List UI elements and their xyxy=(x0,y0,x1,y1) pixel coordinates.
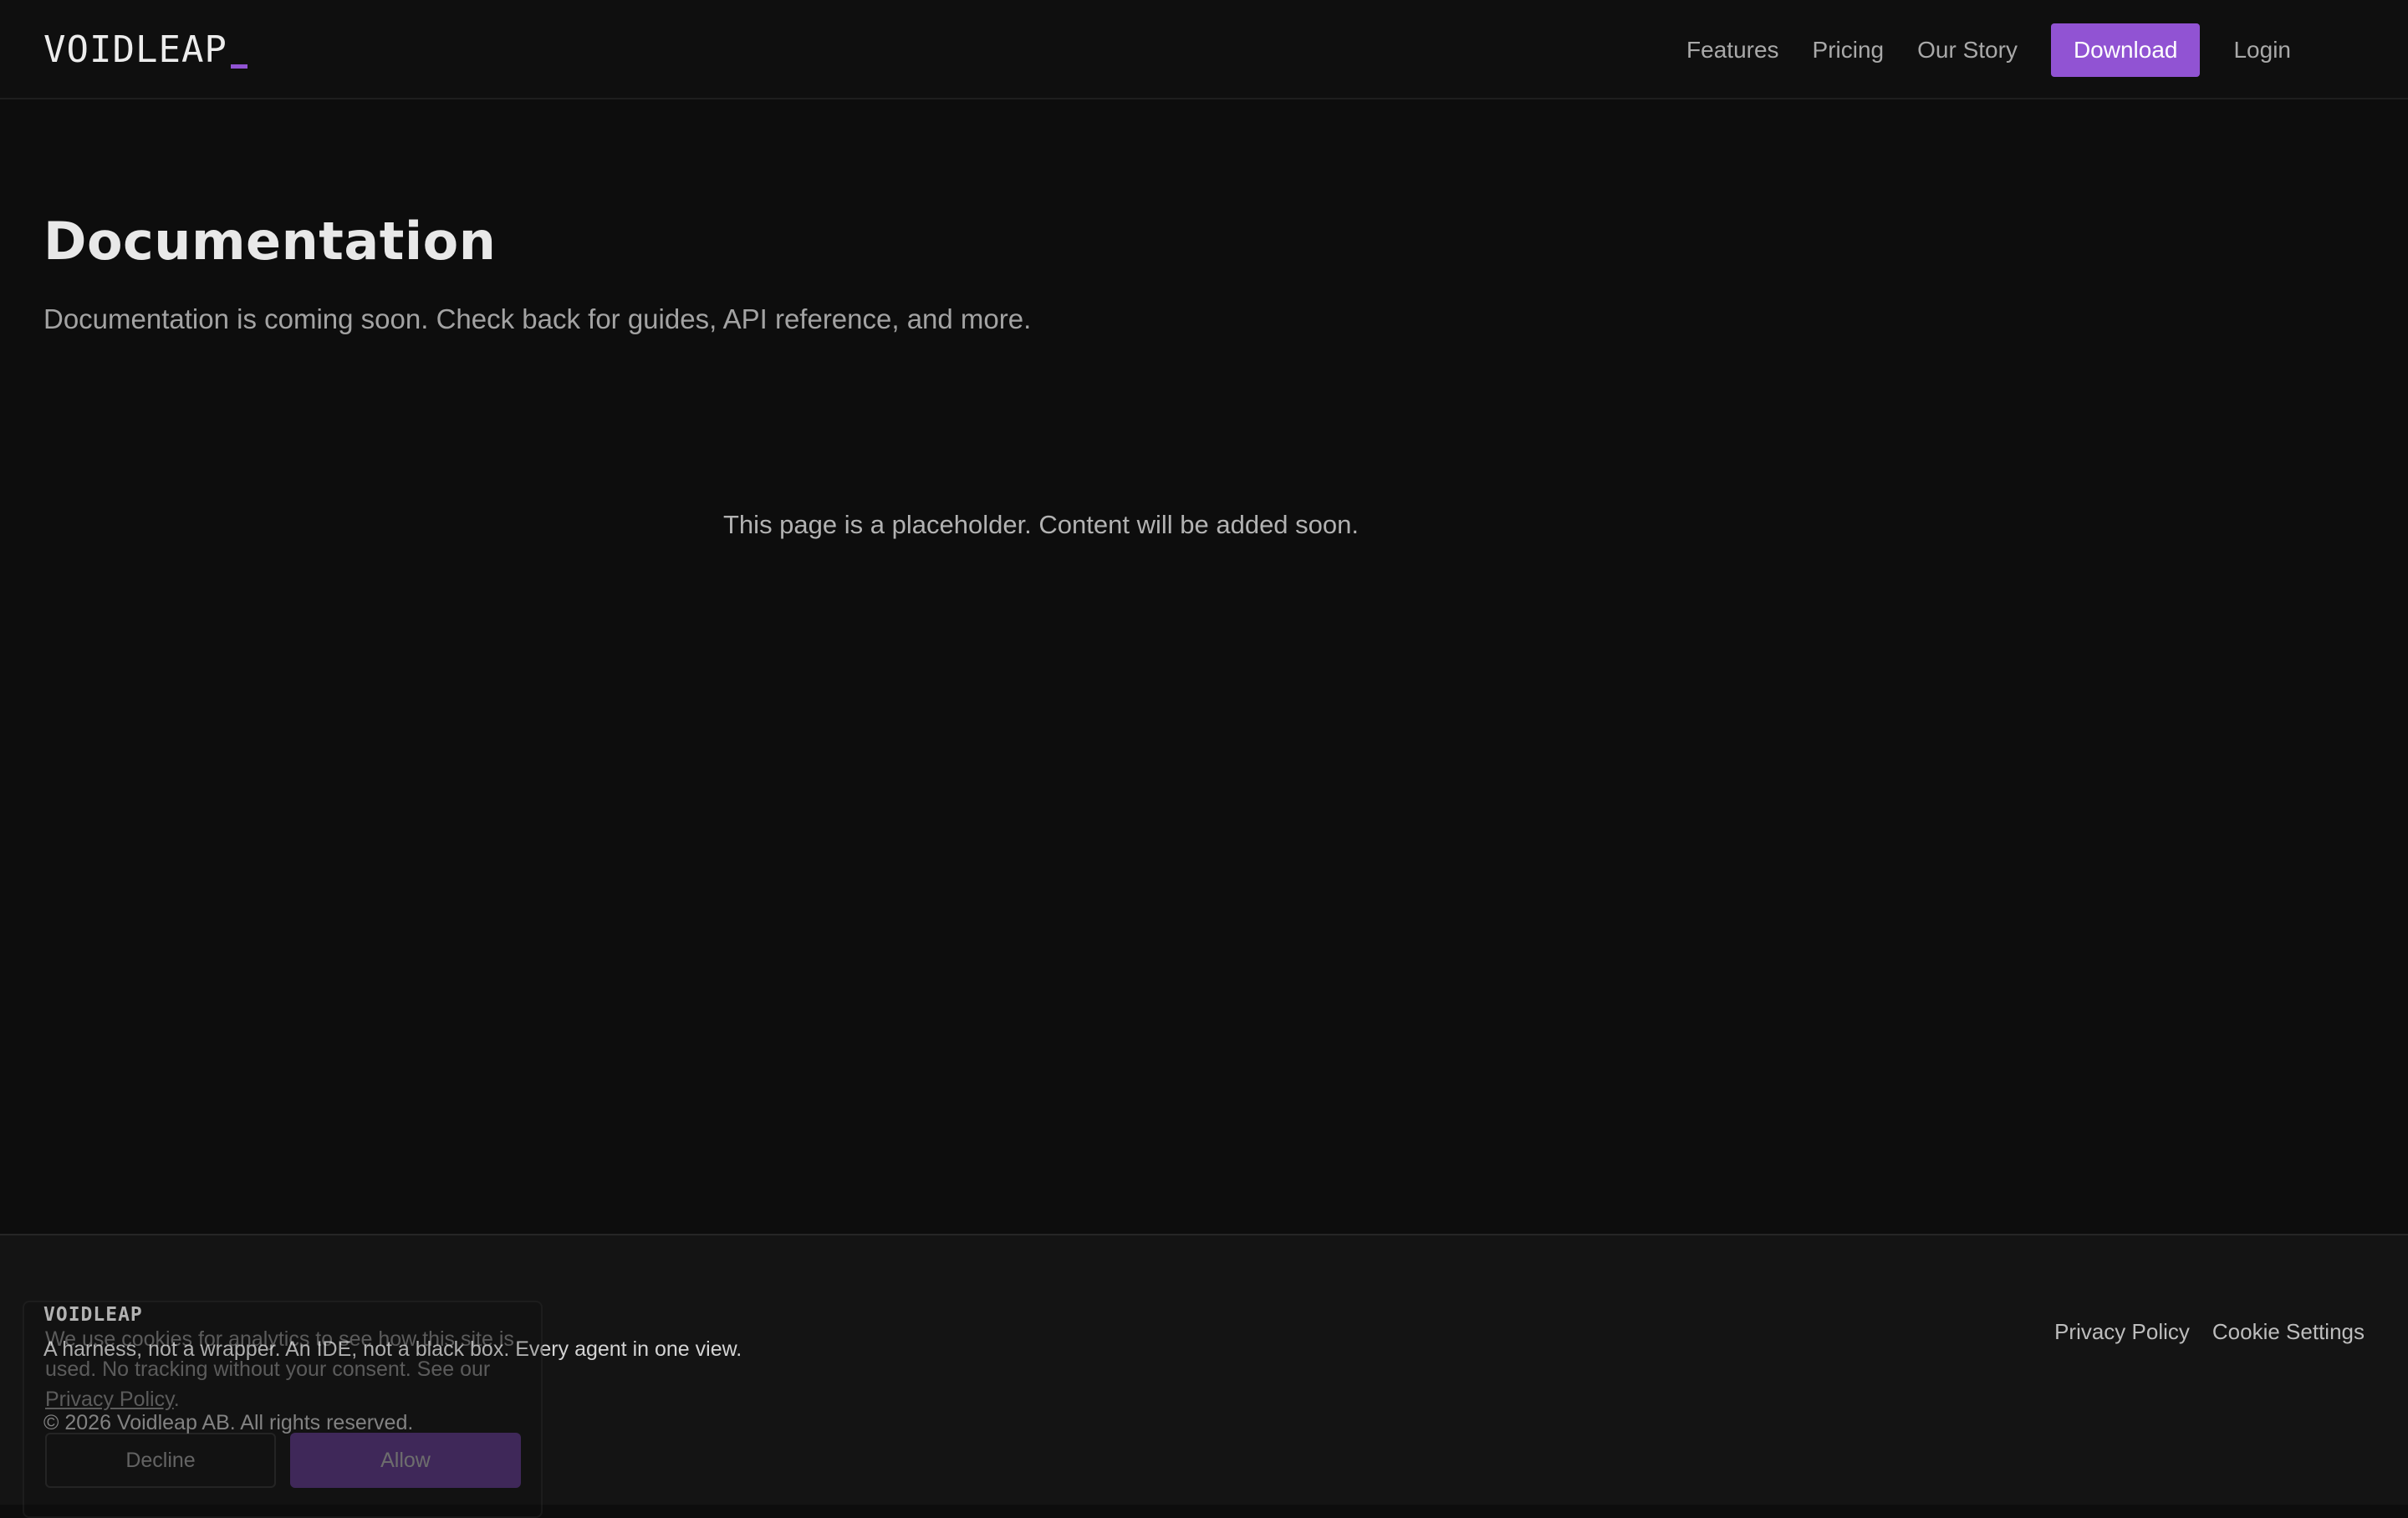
placeholder-message: This page is a placeholder. Content will… xyxy=(723,510,1359,539)
cookie-privacy-policy-link[interactable]: Privacy Policy xyxy=(45,1388,174,1411)
cookie-allow-button[interactable]: Allow xyxy=(290,1433,521,1488)
logo-cursor-mark xyxy=(230,64,247,69)
download-button[interactable]: Download xyxy=(2050,23,2201,77)
logo-text: VOIDLEAP xyxy=(43,28,227,71)
page-title: Documentation xyxy=(43,211,497,272)
nav-link-login[interactable]: Login xyxy=(2233,37,2291,64)
footer-link-privacy-policy[interactable]: Privacy Policy xyxy=(2054,1319,2190,1345)
site-header: VOIDLEAP Features Pricing Our Story Down… xyxy=(0,0,2408,99)
footer-links: Privacy Policy Cookie Settings xyxy=(2054,1319,2365,1345)
nav-link-our-story[interactable]: Our Story xyxy=(1917,37,2018,64)
cookie-text-end: . xyxy=(173,1388,180,1411)
cookie-consent-banner: We use cookies for analytics to see how … xyxy=(23,1301,543,1518)
footer-link-cookie-settings[interactable]: Cookie Settings xyxy=(2212,1319,2365,1345)
cookie-consent-text: We use cookies for analytics to see how … xyxy=(45,1324,538,1414)
main-nav: Features Pricing Our Story Download Logi… xyxy=(1686,23,2291,77)
cookie-text-body: We use cookies for analytics to see how … xyxy=(45,1327,514,1381)
nav-link-pricing[interactable]: Pricing xyxy=(1813,37,1885,64)
page-subtitle: Documentation is coming soon. Check back… xyxy=(43,303,1032,334)
nav-link-features[interactable]: Features xyxy=(1686,37,1779,64)
cookie-decline-button[interactable]: Decline xyxy=(45,1433,276,1488)
site-logo[interactable]: VOIDLEAP xyxy=(43,27,247,74)
